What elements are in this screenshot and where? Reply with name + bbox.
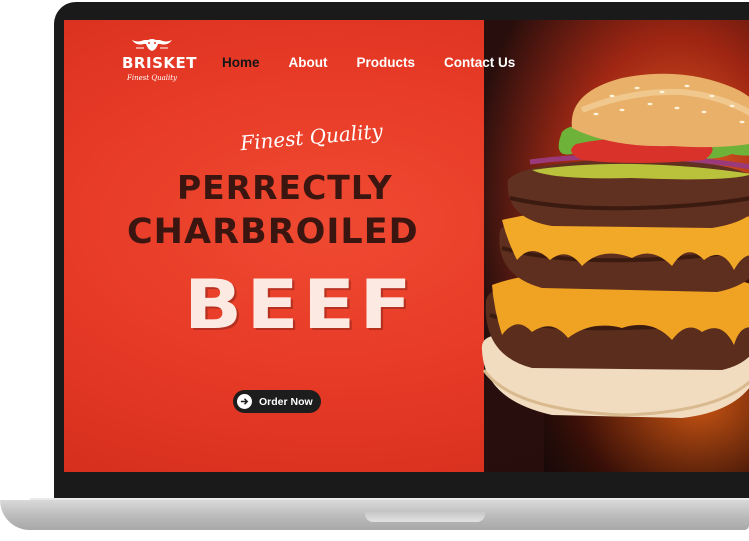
nav-home[interactable]: Home bbox=[222, 55, 260, 70]
order-now-button[interactable]: Order Now bbox=[233, 390, 321, 413]
brand-logo[interactable]: BRISKET Finest Quality bbox=[122, 34, 197, 82]
brand-name: BRISKET bbox=[122, 54, 197, 72]
hero-heading-line-3: BEEF bbox=[184, 266, 417, 345]
laptop-notch bbox=[365, 512, 485, 522]
hero-script-text: Finest Quality bbox=[239, 118, 384, 156]
order-now-label: Order Now bbox=[259, 395, 313, 408]
brand-tagline: Finest Quality bbox=[126, 74, 178, 82]
hero-heading-line-2: CHARBROILED bbox=[127, 212, 419, 252]
burger-image bbox=[481, 73, 749, 418]
nav-contact-us[interactable]: Contact Us bbox=[444, 55, 515, 70]
hero-heading-line-1: PERRECTLY bbox=[177, 168, 393, 207]
arrow-right-icon bbox=[237, 394, 252, 409]
main-nav: Home About Products Contact Us bbox=[222, 55, 544, 70]
nav-products[interactable]: Products bbox=[357, 55, 416, 70]
website-screen: BRISKET Finest Quality Home About Produc… bbox=[64, 20, 749, 472]
nav-about[interactable]: About bbox=[289, 55, 328, 70]
bull-head-icon bbox=[132, 39, 172, 51]
